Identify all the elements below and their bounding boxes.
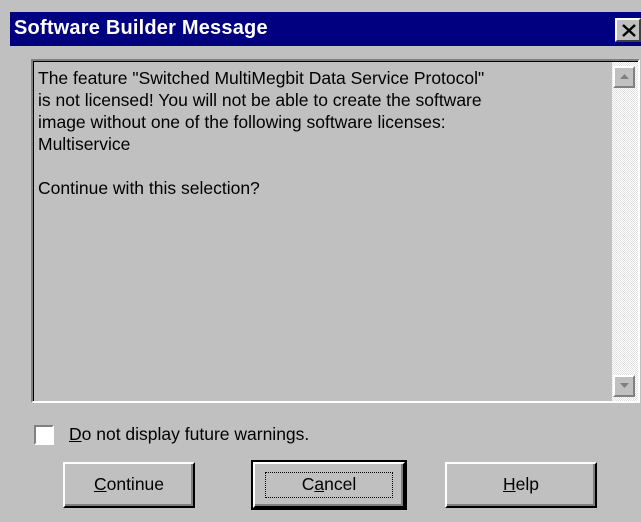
help-access-key: H — [503, 474, 516, 494]
continue-access-key: C — [93, 474, 107, 494]
checkbox-label-text: o not display future warnings. — [81, 424, 310, 444]
checkbox-label-access-key: D — [69, 424, 82, 444]
dialog-title: Software Builder Message — [14, 17, 268, 39]
checkbox-label[interactable]: Do not display future warnings. — [69, 424, 309, 445]
message-text: The feature "Switched MultiMegbit Data S… — [38, 68, 485, 198]
do-not-display-checkbox[interactable] — [34, 425, 54, 445]
help-label: elp — [515, 474, 539, 494]
scroll-down-button[interactable] — [613, 375, 635, 397]
scroll-up-arrow-icon — [620, 74, 629, 79]
vertical-scrollbar[interactable] — [612, 62, 638, 401]
scroll-down-arrow-icon — [620, 383, 629, 388]
focus-ring — [265, 472, 393, 498]
message-box: The feature "Switched MultiMegbit Data S… — [31, 59, 640, 403]
dialog-window: Software Builder Message The feature "Sw… — [0, 0, 641, 522]
help-button[interactable]: Help — [445, 462, 597, 508]
cancel-button[interactable]: Cancel — [251, 460, 407, 510]
continue-button[interactable]: Continue — [63, 462, 195, 508]
continue-label: ontinue — [106, 474, 165, 494]
scroll-up-button[interactable] — [613, 66, 635, 88]
close-button[interactable] — [615, 18, 641, 42]
message-inner: The feature "Switched MultiMegbit Data S… — [33, 61, 638, 401]
title-bar[interactable]: Software Builder Message — [10, 12, 641, 46]
close-icon — [622, 24, 636, 37]
